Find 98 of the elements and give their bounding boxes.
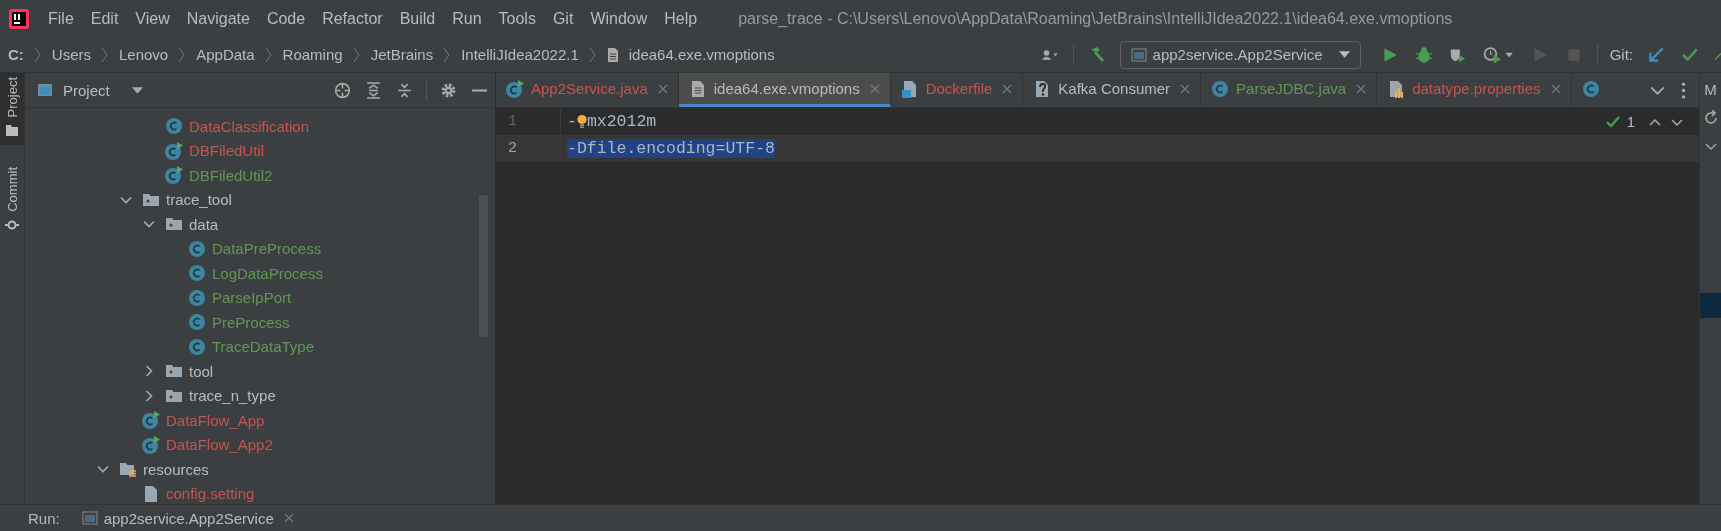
tool-window-tab[interactable]: M: [1704, 81, 1717, 98]
close-icon[interactable]: [283, 513, 294, 523]
code-text: -: [567, 112, 577, 131]
tree-item[interactable]: PreProcess: [212, 313, 290, 331]
menu-item[interactable]: Navigate: [186, 9, 250, 28]
refresh-icon[interactable]: [1704, 110, 1717, 126]
tree-item[interactable]: trace_n_type: [189, 387, 276, 405]
close-icon[interactable]: [1002, 83, 1013, 94]
chevron-right-icon: [443, 46, 452, 63]
chevron-right-icon: [588, 46, 597, 63]
class-icon: [1211, 79, 1230, 98]
breadcrumb-item[interactable]: Lenovo: [119, 46, 169, 63]
menu-item[interactable]: Build: [399, 9, 436, 28]
chevron-right-icon: [101, 46, 109, 63]
breadcrumb-item[interactable]: IntelliJIdea2022.1: [461, 46, 579, 63]
tree-item[interactable]: TraceDataType: [212, 338, 314, 356]
app-logo-icon[interactable]: [8, 7, 30, 30]
selection-marker: [1700, 293, 1721, 318]
editor-tab[interactable]: ParseJDBC.java: [1201, 73, 1378, 107]
caret-icon: [1338, 51, 1350, 58]
tree-item[interactable]: DBFiledUtil2: [189, 166, 273, 184]
menu-item[interactable]: Run: [452, 9, 482, 28]
panel-title[interactable]: Project: [63, 81, 110, 99]
editor-tab[interactable]: idea64.exe.vmoptions: [678, 73, 891, 107]
menu-item[interactable]: Window: [590, 9, 648, 28]
menu-item[interactable]: File: [48, 9, 74, 28]
line-number: 2: [496, 135, 561, 162]
runnable-class-icon: [142, 435, 160, 454]
tree-item[interactable]: resources: [143, 460, 209, 478]
breadcrumb-item[interactable]: Users: [51, 46, 91, 63]
tool-window-tab[interactable]: Project: [0, 73, 24, 146]
menu-item[interactable]: Code: [266, 9, 306, 28]
chevron-right-icon[interactable]: [143, 365, 155, 378]
breadcrumb-item[interactable]: AppData: [196, 46, 255, 63]
breadcrumb-item[interactable]: idea64.exe.vmoptions: [628, 46, 775, 63]
breadcrumb-item[interactable]: C:: [8, 46, 24, 63]
editor-tab[interactable]: Kafka Consumer: [1023, 73, 1202, 107]
tree-item[interactable]: ParseIpPort: [212, 289, 292, 307]
docker-file-icon: [900, 79, 919, 98]
tree-item[interactable]: LogDataProcess: [212, 264, 323, 282]
file-icon: [142, 484, 160, 503]
close-icon[interactable]: [1356, 83, 1367, 94]
close-icon[interactable]: [1550, 83, 1561, 94]
code-text: mx2012m: [586, 112, 657, 131]
code-text: -Dfile.encoding=UTF-8: [567, 139, 775, 158]
class-icon: [188, 313, 206, 332]
close-icon[interactable]: [1180, 83, 1191, 94]
menu-item[interactable]: Refactor: [322, 9, 383, 28]
caret-icon[interactable]: [131, 86, 143, 94]
window-icon: [37, 82, 53, 98]
class-icon: [188, 288, 206, 307]
arrow-down-left-icon[interactable]: [1647, 45, 1665, 64]
class-icon: [1581, 79, 1600, 98]
settings-icon[interactable]: [440, 81, 457, 99]
breadcrumb-item[interactable]: JetBrains: [370, 46, 434, 63]
tool-window-tab[interactable]: Commit: [0, 163, 24, 241]
run-tab[interactable]: app2service.App2Service: [81, 509, 274, 527]
lightbulb-icon[interactable]: [576, 113, 587, 130]
tree-item[interactable]: data: [189, 215, 219, 233]
class-icon: [188, 264, 206, 283]
menu-item[interactable]: View: [135, 9, 170, 28]
window-title: parse_trace - C:\Users\Lenovo\AppData\Roaming\JetBrains\IntelliJIdea2022.1\idea64.exe.vmoptions: [738, 9, 1453, 28]
menu-item[interactable]: Edit: [90, 9, 119, 28]
tree-item[interactable]: DataPreProcess: [212, 240, 322, 258]
expand-all-icon[interactable]: [365, 81, 382, 99]
folder-icon: [5, 123, 19, 138]
class-icon: [165, 117, 183, 136]
runnable-class-icon: [165, 141, 183, 160]
run-label: Run:: [28, 509, 60, 527]
clock-run-icon[interactable]: [1482, 45, 1515, 64]
class-icon: [188, 239, 206, 258]
runnable-class-icon: [165, 166, 183, 185]
folder-icon: [119, 460, 137, 479]
close-icon[interactable]: [657, 83, 668, 94]
chevron-right-icon: [352, 46, 361, 63]
window-icon: [1130, 46, 1147, 63]
menu-item[interactable]: Tools: [498, 9, 536, 28]
chevron-right-icon[interactable]: [143, 389, 155, 402]
git-label: Git:: [1609, 46, 1633, 63]
crosshair-icon[interactable]: [334, 81, 351, 99]
inspection-count[interactable]: 1: [1626, 113, 1635, 130]
chevron-right-icon: [33, 46, 42, 63]
window-icon: [81, 510, 98, 526]
tree-item[interactable]: tool: [189, 362, 214, 380]
tree-item[interactable]: trace_tool: [166, 191, 232, 209]
collapse-all-icon[interactable]: [396, 81, 413, 99]
bug-icon[interactable]: [1414, 45, 1433, 64]
class-icon: [188, 337, 206, 356]
more-icon[interactable]: [1680, 81, 1687, 99]
menu-item[interactable]: Help: [664, 9, 698, 28]
run-configuration-dropdown[interactable]: app2service.App2Service: [1119, 40, 1361, 69]
runnable-class-icon: [506, 79, 524, 98]
menu-item[interactable]: Git: [552, 9, 574, 28]
breadcrumb-item[interactable]: Roaming: [282, 46, 343, 63]
chevron-right-icon: [264, 46, 273, 63]
runnable-class-icon: [142, 411, 160, 430]
properties-file-icon: [1387, 79, 1406, 98]
chevron-right-icon: [178, 46, 187, 63]
